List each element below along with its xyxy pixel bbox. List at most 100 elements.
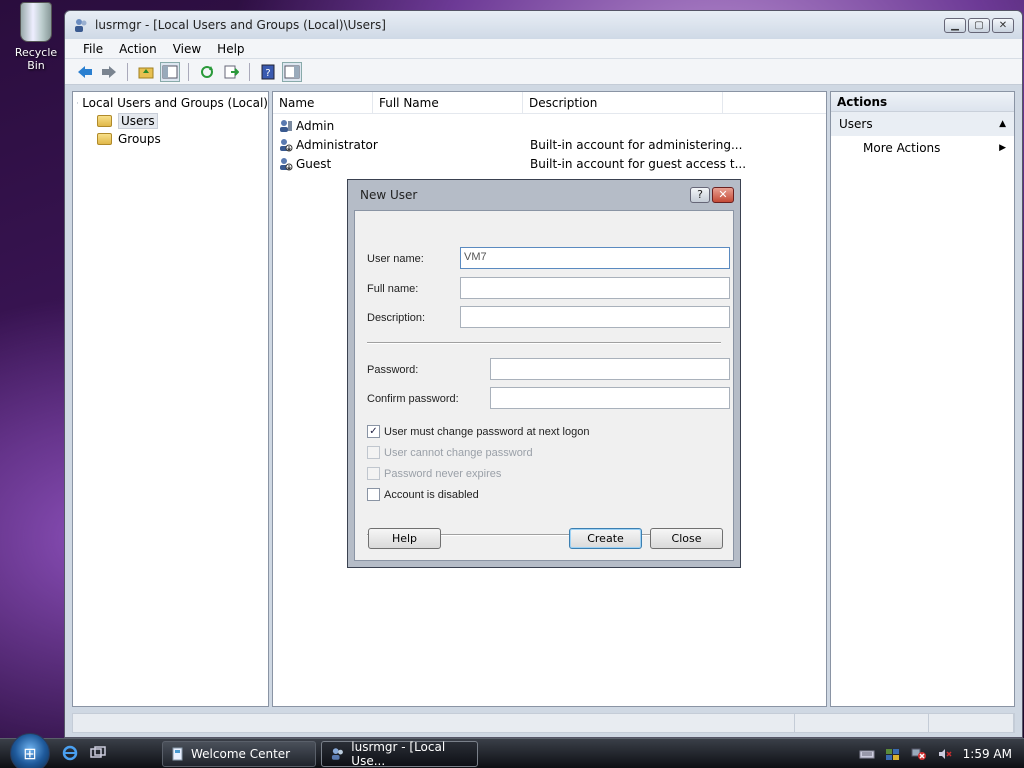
actions-section-users[interactable]: Users ▲: [831, 112, 1014, 136]
tree-item-users[interactable]: Users: [73, 112, 268, 130]
list-row-administrator[interactable]: Administrator Built-in account for admin…: [273, 135, 826, 154]
menu-view[interactable]: View: [165, 42, 209, 56]
submenu-arrow-icon: ▶: [999, 143, 1006, 153]
tree-item-groups[interactable]: Groups: [73, 130, 268, 148]
dialog-titlebar[interactable]: New User ? ✕: [354, 180, 734, 210]
confirm-password-label: Confirm password:: [367, 393, 459, 405]
show-hide-tree-button[interactable]: [160, 61, 180, 82]
list-row-guest[interactable]: Guest Built-in account for guest access …: [273, 154, 826, 173]
help-button[interactable]: Help: [368, 528, 441, 549]
description-field[interactable]: [460, 306, 730, 328]
forward-button[interactable]: [99, 62, 119, 82]
task-welcome-center[interactable]: Welcome Center: [162, 741, 316, 767]
tree-root-label: Local Users and Groups (Local): [82, 96, 268, 110]
column-full-name[interactable]: Full Name: [373, 92, 523, 113]
recycle-bin-shortcut[interactable]: Recycle Bin: [6, 2, 66, 72]
full-name-label: Full name:: [367, 283, 419, 295]
user-name-field[interactable]: VM7: [460, 247, 730, 269]
column-description[interactable]: Description: [523, 92, 723, 113]
dialog-body: User name: VM7 Full name: Description: P…: [354, 210, 734, 561]
user-name-label: User name:: [367, 253, 424, 265]
toolbar-separator: [127, 62, 128, 81]
menu-help[interactable]: Help: [209, 42, 252, 56]
list-row-admin[interactable]: Admin: [273, 116, 826, 135]
close-button[interactable]: Close: [650, 528, 723, 549]
actions-pane: Actions Users ▲ More Actions ▶: [830, 91, 1015, 707]
show-hide-action-pane-button[interactable]: [282, 61, 302, 82]
internet-explorer-icon[interactable]: [62, 745, 78, 761]
folder-icon: [97, 115, 112, 127]
must-change-password-checkbox[interactable]: ✓ User must change password at next logo…: [367, 425, 589, 438]
folder-icon: [97, 133, 112, 145]
recycle-bin-label: Recycle Bin: [14, 46, 58, 72]
help-toolbar-button[interactable]: ?: [258, 62, 278, 82]
network-shield-icon[interactable]: [885, 747, 901, 761]
dialog-close-icon[interactable]: ✕: [712, 187, 734, 203]
new-user-dialog: New User ? ✕ User name: VM7 Full name: D…: [347, 179, 741, 568]
status-bar: [72, 713, 1015, 733]
toolbar-separator: [188, 62, 189, 81]
collapse-up-icon: ▲: [999, 119, 1006, 129]
tree-item-users-label: Users: [118, 113, 158, 129]
actions-header: Actions: [831, 92, 1014, 112]
help-book-icon: ?: [261, 64, 275, 79]
window-title: lusrmgr - [Local Users and Groups (Local…: [95, 18, 386, 32]
password-label: Password:: [367, 364, 419, 376]
refresh-button[interactable]: [197, 62, 217, 82]
taskbar: ⊞ Welcome Center lusrmgr - [Local Use...…: [0, 733, 1024, 768]
close-window-button[interactable]: ✕: [992, 17, 1014, 33]
row-name: Guest: [296, 156, 332, 171]
users-app-icon: [331, 748, 343, 760]
create-button[interactable]: Create: [569, 528, 642, 549]
forward-arrow-icon: [102, 65, 116, 78]
maximize-button[interactable]: ▢: [968, 17, 990, 33]
back-arrow-icon: [78, 65, 92, 78]
full-name-field[interactable]: [460, 277, 730, 299]
row-description: Built-in account for administering...: [530, 137, 743, 152]
menu-file[interactable]: File: [75, 42, 111, 56]
tree-root[interactable]: Local Users and Groups (Local): [73, 94, 268, 112]
network-disconnected-icon[interactable]: [911, 747, 927, 761]
users-groups-icon: [77, 102, 79, 104]
export-list-button[interactable]: [221, 62, 241, 82]
cannot-change-password-checkbox: User cannot change password: [367, 446, 533, 459]
up-one-level-button[interactable]: [136, 62, 156, 82]
description-label: Description:: [367, 312, 426, 324]
welcome-center-icon: [172, 747, 183, 761]
console-tree-pane: Local Users and Groups (Local) Users Gro…: [72, 91, 269, 707]
account-disabled-checkbox[interactable]: Account is disabled: [367, 488, 479, 501]
checkbox-disabled: [367, 446, 380, 459]
users-app-icon: [75, 19, 87, 32]
row-name: Admin: [296, 118, 335, 133]
user-disabled-icon: [280, 138, 293, 151]
switch-windows-icon[interactable]: [90, 745, 106, 761]
keyboard-icon[interactable]: [859, 747, 875, 761]
password-never-expires-checkbox: Password never expires: [367, 467, 501, 480]
status-cell: [929, 714, 1014, 732]
clock[interactable]: 1:59 AM: [963, 747, 1012, 761]
dialog-help-icon-button[interactable]: ?: [690, 187, 710, 203]
window-titlebar[interactable]: lusrmgr - [Local Users and Groups (Local…: [65, 11, 1022, 39]
back-button[interactable]: [75, 62, 95, 82]
start-button[interactable]: ⊞: [10, 733, 50, 768]
dialog-title: New User: [360, 188, 418, 202]
column-name[interactable]: Name: [273, 92, 373, 113]
status-cell: [73, 714, 795, 732]
action-more-actions[interactable]: More Actions ▶: [831, 136, 1014, 160]
action-label: More Actions: [863, 141, 941, 155]
checkbox-unchecked[interactable]: [367, 488, 380, 501]
volume-muted-icon[interactable]: [937, 747, 953, 761]
task-label: Welcome Center: [191, 747, 291, 761]
password-field[interactable]: [490, 358, 730, 380]
task-lusrmgr[interactable]: lusrmgr - [Local Use...: [321, 740, 478, 768]
list-header: Name Full Name Description: [273, 92, 826, 114]
svg-text:?: ?: [265, 68, 270, 79]
checkbox-checked[interactable]: ✓: [367, 425, 380, 438]
user-disabled-icon: [280, 157, 293, 170]
confirm-password-field[interactable]: [490, 387, 730, 409]
menu-action[interactable]: Action: [111, 42, 165, 56]
minimize-button[interactable]: ▁: [944, 17, 966, 33]
task-label: lusrmgr - [Local Use...: [351, 740, 446, 768]
quick-launch: [62, 745, 106, 761]
checkbox-disabled: [367, 467, 380, 480]
